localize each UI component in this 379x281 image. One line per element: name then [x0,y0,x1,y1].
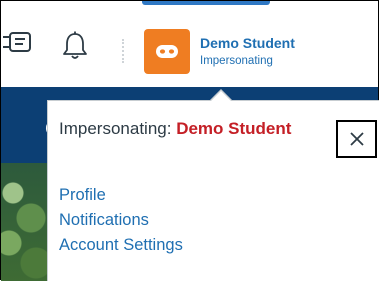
popover-caret [210,91,232,102]
account-settings-link[interactable]: Account Settings [59,233,183,258]
popover-links: Profile Notifications Account Settings [59,183,183,258]
bell-icon[interactable] [62,31,88,61]
avatar-mask-icon [156,45,178,58]
global-header: Demo Student Impersonating [1,1,378,87]
close-button[interactable] [336,120,377,158]
user-status: Impersonating [200,55,273,67]
doc-icon[interactable] [3,31,33,57]
profile-link[interactable]: Profile [59,183,183,208]
impersonating-label: Impersonating: [59,119,172,138]
impersonating-banner: Impersonating: Demo Student [59,119,291,139]
header-divider [122,39,126,63]
active-tab-indicator [142,1,270,5]
user-avatar[interactable] [144,29,190,74]
user-name[interactable]: Demo Student [200,35,295,51]
impersonating-user-name: Demo Student [176,119,292,138]
notifications-link[interactable]: Notifications [59,208,183,233]
close-icon [350,132,364,146]
